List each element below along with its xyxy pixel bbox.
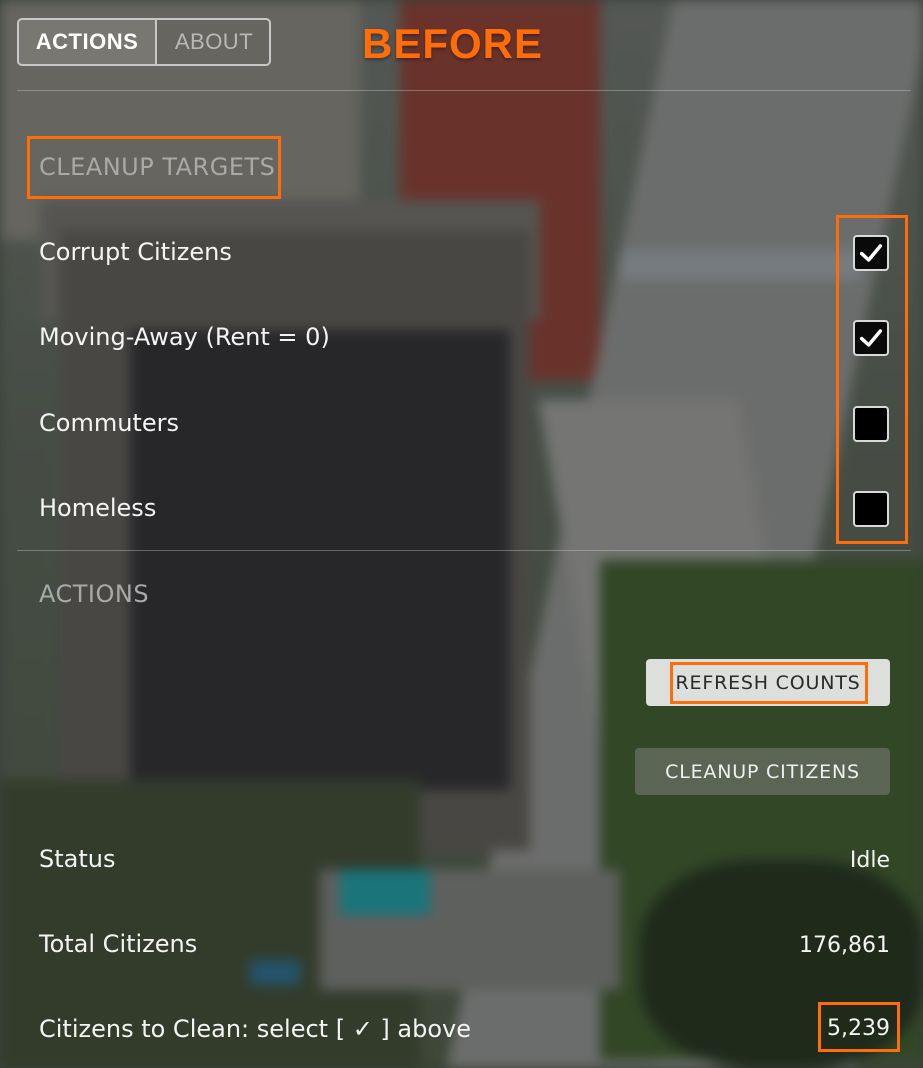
tab-actions[interactable]: ACTIONS <box>19 20 157 64</box>
refresh-button-highlight <box>670 662 868 704</box>
checkmark-icon <box>859 244 883 262</box>
cleanup-citizens-label: CLEANUP CITIZENS <box>665 760 860 783</box>
section-divider <box>17 550 911 551</box>
target-label-commuters: Commuters <box>39 409 179 437</box>
checkbox-corrupt-citizens[interactable] <box>853 235 889 271</box>
citizens-to-clean-label: Citizens to Clean: select [ ✓ ] above <box>39 1015 472 1043</box>
target-label-homeless: Homeless <box>39 494 157 522</box>
tab-about[interactable]: ABOUT <box>157 20 269 64</box>
target-label-corrupt-citizens: Corrupt Citizens <box>39 238 232 266</box>
target-label-moving-away: Moving-Away (Rent = 0) <box>39 323 330 351</box>
checkmark-icon <box>859 329 883 347</box>
actions-title: ACTIONS <box>39 580 150 608</box>
settings-panel: ACTIONS ABOUT BEFORE CLEANUP TARGETS Cor… <box>0 0 923 1068</box>
status-value: Idle <box>849 848 890 873</box>
cleanup-targets-title: CLEANUP TARGETS <box>39 153 276 181</box>
total-citizens-label: Total Citizens <box>39 930 198 958</box>
checkbox-homeless[interactable] <box>853 491 889 527</box>
status-label: Status <box>39 845 116 873</box>
checkbox-commuters[interactable] <box>853 406 889 442</box>
tab-bar: ACTIONS ABOUT <box>17 18 271 66</box>
checkbox-moving-away[interactable] <box>853 320 889 356</box>
total-citizens-value: 176,861 <box>799 933 890 958</box>
header-divider <box>17 90 911 91</box>
cleanup-citizens-button[interactable]: CLEANUP CITIZENS <box>635 748 890 795</box>
citizens-to-clean-value: 5,239 <box>827 1016 890 1041</box>
before-annotation-label: BEFORE <box>362 20 544 67</box>
